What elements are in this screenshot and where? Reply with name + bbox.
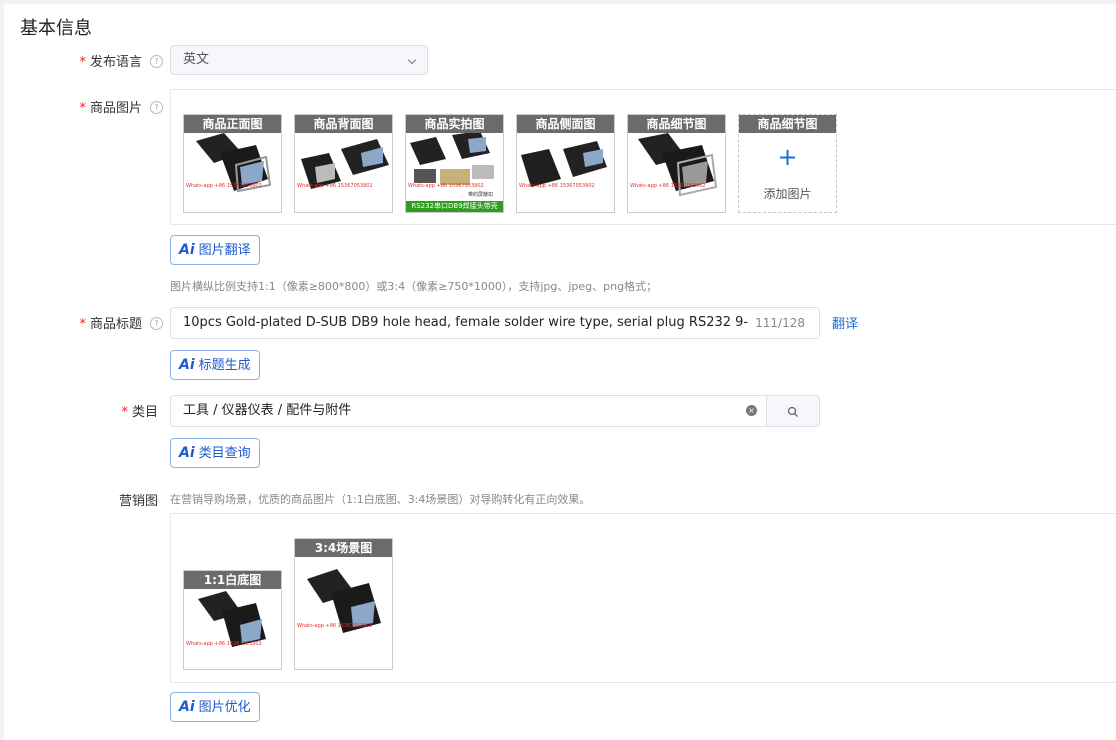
ai-icon: Ai	[179, 357, 195, 373]
images-hint: 图片横纵比例支持1:1（像素≥800*800）或3:4（像素≥750*1000）…	[170, 280, 658, 293]
watermark-text: Whats-app +86 15367053902	[186, 183, 262, 189]
image-note: 带的屏蔽扣	[468, 192, 494, 198]
thumb-caption: 1:1白底图	[184, 571, 281, 589]
thumb-caption: 商品正面图	[184, 115, 281, 133]
add-image-label: 添加图片	[763, 187, 812, 201]
thumb-caption: 商品侧面图	[517, 115, 614, 133]
category-query-button[interactable]: Ai 类目查询	[170, 438, 260, 468]
language-help-icon[interactable]: ?	[150, 55, 163, 68]
basic-info-panel: 基本信息 * 发布语言 ? 英文 * 商品图片 ? 商品正面图 Whats-app …	[4, 4, 1116, 740]
product-image-real[interactable]: 商品实拍图 Whats-app +86 15367053902 带的屏蔽扣 RS…	[405, 114, 504, 213]
product-image-side[interactable]: 商品侧面图 Whats-app +86 15367053902	[516, 114, 615, 213]
language-value: 英文	[183, 52, 210, 67]
language-select[interactable]: 英文	[170, 45, 428, 75]
watermark-text: Whats-app +86 15367053902	[186, 641, 262, 647]
image-translate-button[interactable]: Ai 图片翻译	[170, 235, 260, 265]
plus-icon: +	[777, 143, 798, 171]
ai-icon: Ai	[179, 699, 195, 715]
language-label: * 发布语言	[79, 55, 142, 70]
image-banner: RS232串口DB9焊接头带壳	[406, 201, 503, 212]
db9-connector-image	[638, 133, 718, 197]
product-title-value: 10pcs Gold-plated D-SUB DB9 hole head, f…	[183, 315, 749, 330]
add-image-button[interactable]: 商品细节图 + 添加图片	[738, 114, 837, 213]
ai-icon: Ai	[179, 445, 195, 461]
thumb-caption: 商品实拍图	[406, 115, 503, 133]
product-image-detail[interactable]: 商品细节图 Whats-app +86 15367053902	[627, 114, 726, 213]
product-images-box: 商品正面图 Whats-app +86 15367053902 商品背面图 Wh…	[170, 89, 1116, 225]
product-image-back[interactable]: 商品背面图 Whats-app +86 15367053902	[294, 114, 393, 213]
watermark-text: Whats-app +86 15367053902	[519, 183, 595, 189]
section-title: 基本信息	[20, 18, 92, 39]
title-help-icon[interactable]: ?	[150, 317, 163, 330]
marketing-image-scene[interactable]: 3:4场景图 Whats-app +86 15367053902	[294, 538, 393, 670]
thumb-caption: 商品背面图	[295, 115, 392, 133]
thumb-caption: 商品细节图	[628, 115, 725, 133]
product-image-front[interactable]: 商品正面图 Whats-app +86 15367053902	[183, 114, 282, 213]
watermark-text: Whats-app +86 15367053902	[297, 183, 373, 189]
marketing-hint: 在营销导购场景，优质的商品图片（1:1白底图、3:4场景图）对导购转化有正向效果…	[170, 493, 591, 506]
images-help-icon[interactable]: ?	[150, 101, 163, 114]
db9-connector-image	[196, 133, 272, 193]
title-label: * 商品标题	[79, 317, 142, 332]
clear-icon[interactable]: ×	[746, 405, 757, 416]
thumb-caption: 3:4场景图	[295, 539, 392, 557]
title-generate-button[interactable]: Ai 标题生成	[170, 350, 260, 380]
product-title-input[interactable]: 10pcs Gold-plated D-SUB DB9 hole head, f…	[170, 307, 820, 339]
marketing-images-box: 1:1白底图 Whats-app +86 15367053902 3:4场景图 …	[170, 513, 1116, 683]
watermark-text: Whats-app +86 15367053902	[408, 183, 484, 189]
images-label: * 商品图片	[79, 101, 142, 116]
chevron-down-icon	[407, 55, 417, 65]
image-optimize-button[interactable]: Ai 图片优化	[170, 692, 260, 722]
db9-connector-image	[521, 141, 607, 187]
category-value: 工具 / 仪器仪表 / 配件与附件	[183, 403, 352, 418]
marketing-image-white[interactable]: 1:1白底图 Whats-app +86 15367053902	[183, 570, 282, 670]
search-icon	[787, 406, 798, 417]
thumb-caption: 商品细节图	[739, 115, 836, 133]
watermark-text: Whats-app +86 15367053902	[630, 183, 706, 189]
db9-connector-image	[198, 591, 266, 647]
category-label: * 类目	[121, 405, 158, 420]
db9-connector-image	[301, 139, 389, 189]
db9-connector-image	[307, 569, 381, 633]
ai-icon: Ai	[179, 242, 195, 258]
char-count: 111/128	[755, 316, 805, 330]
category-search-button[interactable]	[766, 395, 820, 427]
translate-link[interactable]: 翻译	[832, 313, 858, 332]
marketing-label: 营销图	[118, 494, 158, 509]
watermark-text: Whats-app +86 15367053902	[297, 623, 373, 629]
category-input[interactable]: 工具 / 仪器仪表 / 配件与附件 ×	[170, 395, 767, 427]
